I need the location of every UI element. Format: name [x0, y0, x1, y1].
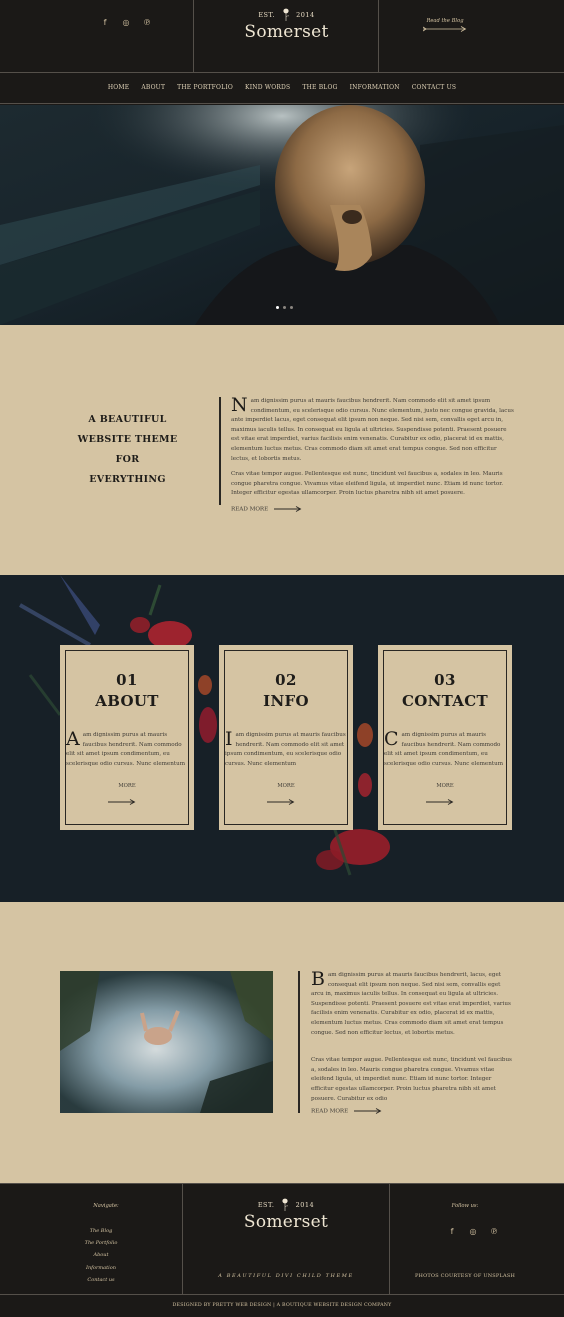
instagram-icon[interactable]: ◎: [468, 1227, 478, 1237]
slider-dot[interactable]: [283, 306, 286, 309]
dropcap: C: [384, 728, 399, 750]
footer-link[interactable]: About: [78, 1249, 124, 1261]
card-text-body: am dignissim purus at mauris faucibus he…: [225, 732, 346, 767]
slider-dot[interactable]: [290, 306, 293, 309]
feature-paragraph-text: am dignissim purus at mauris faucibus he…: [311, 972, 511, 1036]
footer-navigate-title: Navigate:: [93, 1203, 119, 1209]
footer-follow-title: Follow us:: [451, 1203, 479, 1209]
intro-heading-line: A BEAUTIFUL: [88, 414, 167, 425]
logo-est: EST.: [257, 1200, 275, 1209]
arrow-right-icon[interactable]: [426, 799, 454, 805]
footer-links: The Blog The Portfolio About Information…: [78, 1225, 124, 1286]
nav-item-home[interactable]: HOME: [108, 84, 129, 91]
arrow-right-icon: [422, 26, 467, 32]
main-nav: HOME ABOUT THE PORTFOLIO KIND WORDS THE …: [0, 72, 564, 104]
site-header: f ◎ ℗ EST. 2014 Somerset Read the Blog: [0, 0, 564, 72]
card-info[interactable]: 02 INFO Iam dignissim purus at mauris fa…: [219, 645, 353, 830]
card-text: Iam dignissim purus at mauris faucibus h…: [225, 728, 347, 769]
feature-paragraph: Bam dignissim purus at mauris faucibus h…: [311, 968, 514, 1038]
slider-dots: [276, 306, 293, 309]
divider: [193, 0, 194, 72]
instagram-icon[interactable]: ◎: [121, 18, 131, 28]
footer-logo[interactable]: EST. 2014 Somerset: [183, 1186, 389, 1232]
waterfall-photo: [60, 971, 273, 1113]
footer-link[interactable]: The Blog: [78, 1225, 124, 1237]
card-text-body: am dignissim purus at mauris faucibus he…: [66, 732, 186, 767]
rose-icon: [282, 1198, 289, 1211]
intro-heading-line: WEBSITE THEME: [77, 434, 178, 445]
hero-slider[interactable]: [0, 105, 564, 325]
arrow-right-icon[interactable]: [267, 799, 295, 805]
header-social-icons: f ◎ ℗: [100, 18, 152, 28]
card-about[interactable]: 01 ABOUT Aam dignissim purus at mauris f…: [60, 645, 194, 830]
site-logo[interactable]: EST. 2014 Somerset: [195, 8, 378, 42]
card-contact[interactable]: 03 CONTACT Cam dignissim purus at mauris…: [378, 645, 512, 830]
pinterest-icon[interactable]: ℗: [142, 18, 152, 28]
nav-item-blog[interactable]: THE BLOG: [302, 84, 337, 91]
read-more-label: READ MORE: [231, 506, 269, 513]
footer-tagline: A BEAUTIFUL DIVI CHILD THEME: [218, 1273, 354, 1279]
footer-bottom-bar: DESIGNED BY PRETTY WEB DESIGN | A BOUTIQ…: [0, 1294, 564, 1317]
read-blog-link[interactable]: Read the Blog: [380, 18, 510, 34]
feature-paragraph-2: Cras vitae tempor augue. Pellentesque es…: [311, 1057, 512, 1102]
card-text-body: am dignissim purus at mauris faucibus he…: [384, 732, 504, 767]
nav-item-portfolio[interactable]: THE PORTFOLIO: [177, 84, 233, 91]
card-text: Aam dignissim purus at mauris faucibus h…: [66, 728, 188, 769]
pinterest-icon[interactable]: ℗: [489, 1227, 499, 1237]
arrow-right-icon[interactable]: [108, 799, 136, 805]
read-more-label: READ MORE: [311, 1108, 349, 1115]
card-more-label[interactable]: MORE: [219, 783, 353, 789]
footer-link[interactable]: Information: [78, 1262, 124, 1274]
intro-body: Nam dignissim purus at mauris faucibus h…: [231, 394, 514, 513]
footer-logo-inner: EST. 2014 Somerset: [183, 1186, 389, 1232]
feature-section: Bam dignissim purus at mauris faucibus h…: [0, 902, 564, 1183]
dropcap: A: [66, 728, 80, 750]
logo-year: 2014: [296, 11, 315, 19]
nav-item-kind-words[interactable]: KIND WORDS: [245, 84, 290, 91]
logo-est: EST.: [258, 11, 275, 19]
read-more-link[interactable]: READ MORE: [231, 506, 514, 513]
dropcap: N: [231, 394, 248, 416]
intro-heading-line: FOR: [115, 454, 140, 465]
nav-item-contact[interactable]: CONTACT US: [412, 84, 456, 91]
footer-link[interactable]: Contact us: [78, 1274, 124, 1286]
read-more-link[interactable]: READ MORE: [311, 1108, 514, 1115]
divider: [219, 397, 221, 505]
intro-heading-line: EVERYTHING: [89, 474, 166, 485]
rose-icon: [282, 8, 289, 21]
logo-name: Somerset: [243, 1211, 329, 1232]
intro-section: A BEAUTIFUL WEBSITE THEME FOR EVERYTHING…: [0, 325, 564, 575]
slider-dot[interactable]: [276, 306, 279, 309]
logo-year: 2014: [295, 1200, 315, 1209]
cards-section: 01 ABOUT Aam dignissim purus at mauris f…: [0, 575, 564, 902]
hero-image: [0, 105, 564, 325]
waterfall-image: [60, 971, 273, 1113]
feature-body: Bam dignissim purus at mauris faucibus h…: [311, 968, 514, 1115]
intro-paragraph-2: Cras vitae tempor augue. Pellentesque es…: [231, 471, 504, 497]
footer-link[interactable]: The Portfolio: [78, 1237, 124, 1249]
facebook-icon[interactable]: f: [100, 18, 110, 28]
intro-paragraph-text: am dignissim purus at mauris faucibus he…: [231, 398, 514, 462]
site-footer: Navigate: The Blog The Portfolio About I…: [0, 1183, 564, 1316]
nav-item-information[interactable]: INFORMATION: [350, 84, 400, 91]
logo-name: Somerset: [244, 22, 329, 42]
card-more-label[interactable]: MORE: [378, 783, 512, 789]
intro-heading: A BEAUTIFUL WEBSITE THEME FOR EVERYTHING: [70, 410, 185, 490]
card-text: Cam dignissim purus at mauris faucibus h…: [384, 728, 506, 769]
facebook-icon[interactable]: f: [447, 1227, 457, 1237]
read-blog-label: Read the Blog: [426, 18, 464, 24]
arrow-right-icon: [274, 506, 302, 512]
intro-paragraph: Nam dignissim purus at mauris faucibus h…: [231, 394, 514, 464]
dropcap: I: [225, 728, 233, 750]
dropcap: B: [311, 968, 325, 990]
divider: [378, 0, 379, 72]
arrow-right-icon: [354, 1108, 382, 1115]
photo-credit: PHOTOS COURTESY OF UNSPLASH: [414, 1273, 516, 1279]
footer-social-icons: f ◎ ℗: [447, 1227, 499, 1237]
card-more-label[interactable]: MORE: [60, 783, 194, 789]
nav-item-about[interactable]: ABOUT: [141, 84, 165, 91]
divider: [298, 971, 300, 1113]
